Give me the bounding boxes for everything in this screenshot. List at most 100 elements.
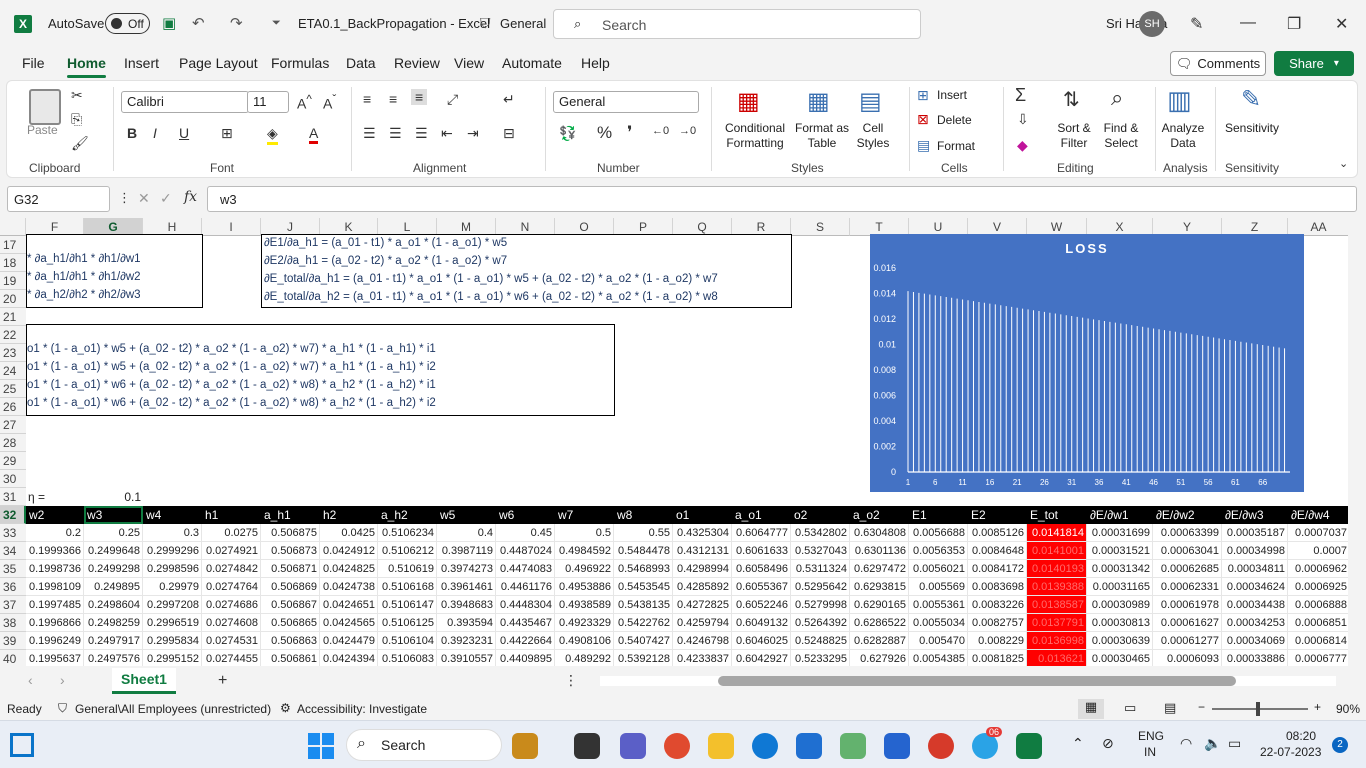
teams-icon[interactable] (620, 733, 646, 759)
merge-center-icon[interactable]: ⊟ (503, 125, 515, 142)
table-cell[interactable]: 0.5248825 (791, 632, 850, 650)
table-cell[interactable]: 0.1995637 (26, 650, 84, 666)
row-header-22[interactable]: 22 (0, 326, 26, 344)
notes-icon[interactable] (884, 733, 910, 759)
tray-chevron-icon[interactable]: ⌃ (1072, 735, 1084, 752)
table-cell[interactable]: 0.00031521 (1087, 542, 1153, 560)
menu-page-layout[interactable]: Page Layout (179, 55, 258, 71)
scrollbar-thumb[interactable] (718, 676, 1236, 686)
table-cell[interactable]: 0.5392128 (614, 650, 673, 666)
table-cell[interactable]: 0.5327043 (791, 542, 850, 560)
accounting-icon[interactable]: 💱 (559, 125, 576, 142)
table-cell[interactable]: 0.00030989 (1087, 596, 1153, 614)
sensitivity-button[interactable]: Sensitivity (1223, 121, 1281, 136)
table-cell[interactable]: 0.0006888 (1288, 596, 1350, 614)
conditional-formatting-icon[interactable]: ▦ (737, 87, 760, 116)
table-cell[interactable]: 0.0056021 (909, 560, 968, 578)
formula-input[interactable]: w3 (207, 186, 1357, 212)
cell-styles-button[interactable]: Cell Styles (853, 121, 893, 151)
lang-top[interactable]: ENG (1138, 729, 1164, 743)
menu-home[interactable]: Home (67, 55, 106, 78)
wrap-text-icon[interactable]: ↵ (503, 91, 515, 108)
table-cell[interactable]: 0.00033886 (1222, 650, 1288, 666)
table-cell[interactable]: 0.4325304 (673, 524, 732, 542)
table-cell[interactable]: 0.2 (26, 524, 84, 542)
comments-button[interactable]: 🗨 Comments (1170, 51, 1266, 76)
table-cell[interactable]: 0.0006925 (1288, 578, 1350, 596)
table-cell[interactable]: 0.627926 (850, 650, 909, 666)
table-cell[interactable]: 0.00034069 (1222, 632, 1288, 650)
table-cell[interactable]: 0.0274842 (202, 560, 261, 578)
table-cell[interactable]: 0.5106104 (378, 632, 437, 650)
table-cell[interactable]: 0.6297472 (850, 560, 909, 578)
volume-icon[interactable]: 🔈 (1204, 735, 1221, 752)
table-cell[interactable]: 0.3974273 (437, 560, 496, 578)
chrome-profile-icon[interactable] (928, 733, 954, 759)
table-cell[interactable]: 0.1997485 (26, 596, 84, 614)
table-cell[interactable]: 0.506871 (261, 560, 320, 578)
table-cell[interactable]: 0.4435467 (496, 614, 555, 632)
table-cell[interactable]: 0.00034438 (1222, 596, 1288, 614)
telegram-icon[interactable]: 06 (972, 727, 1003, 759)
table-cell[interactable]: 0.5106125 (378, 614, 437, 632)
table-cell[interactable]: 0.0424738 (320, 578, 378, 596)
zoom-slider-thumb[interactable] (1256, 702, 1260, 716)
table-header-cell[interactable]: ∂E/∂w2 (1153, 506, 1222, 524)
table-cell[interactable]: 0.00062685 (1153, 560, 1222, 578)
table-cell[interactable]: 0.0083698 (968, 578, 1027, 596)
prev-sheet-icon[interactable]: ‹ (28, 672, 33, 688)
table-cell[interactable]: 0.0424394 (320, 650, 378, 666)
table-cell[interactable]: 0.4246798 (673, 632, 732, 650)
table-cell[interactable]: 0.2499298 (84, 560, 143, 578)
table-cell[interactable]: 0.4908106 (555, 632, 614, 650)
format-as-table-icon[interactable]: ▦ (807, 87, 830, 116)
lang-bottom[interactable]: IN (1144, 745, 1156, 759)
enter-icon[interactable]: ✓ (160, 190, 172, 207)
table-cell[interactable]: 0.506869 (261, 578, 320, 596)
table-cell[interactable]: 0.393594 (437, 614, 496, 632)
table-header-cell[interactable]: w6 (496, 506, 555, 524)
table-cell[interactable]: 0.00031165 (1087, 578, 1153, 596)
table-cell[interactable]: 0.4259794 (673, 614, 732, 632)
menu-review[interactable]: Review (394, 55, 440, 71)
table-header-cell[interactable]: w5 (437, 506, 496, 524)
menu-file[interactable]: File (22, 55, 45, 71)
table-cell[interactable]: 0.2998596 (143, 560, 202, 578)
table-cell[interactable]: 0.00061978 (1153, 596, 1222, 614)
table-cell[interactable]: 0.6061633 (732, 542, 791, 560)
delete-cells-button[interactable]: Delete (937, 113, 972, 128)
table-cell[interactable]: 0.506861 (261, 650, 320, 666)
table-cell[interactable]: 0.008229 (968, 632, 1027, 650)
table-cell[interactable]: 0.6055367 (732, 578, 791, 596)
increase-indent-icon[interactable]: ⇥ (467, 125, 479, 142)
table-cell[interactable]: 0.0006777 (1288, 650, 1350, 666)
table-cell[interactable]: 0.6282887 (850, 632, 909, 650)
table-cell[interactable]: 0.00030813 (1087, 614, 1153, 632)
row-header-24[interactable]: 24 (0, 362, 26, 380)
table-cell[interactable]: 0.5422762 (614, 614, 673, 632)
table-cell[interactable]: 0.00034811 (1222, 560, 1288, 578)
insert-cells-icon[interactable]: ⊞ (917, 87, 929, 104)
sensitivity-icon[interactable]: ✎ (1241, 85, 1261, 114)
format-cells-icon[interactable]: ▤ (917, 137, 930, 154)
italic-icon[interactable]: I (153, 125, 157, 141)
table-cell[interactable]: 0.0274531 (202, 632, 261, 650)
column-header-S[interactable]: S (791, 218, 850, 236)
row-header-21[interactable]: 21 (0, 308, 26, 326)
table-cell[interactable]: 0.2995152 (143, 650, 202, 666)
increase-font-icon[interactable]: A^ (297, 93, 312, 112)
table-cell[interactable]: 0.0138587 (1027, 596, 1087, 614)
table-cell[interactable]: 0.249895 (84, 578, 143, 596)
table-cell[interactable]: 0.2498604 (84, 596, 143, 614)
table-cell[interactable]: 0.0054385 (909, 650, 968, 666)
analyze-data-button[interactable]: Analyze Data (1161, 121, 1205, 151)
name-box[interactable]: G32 (7, 186, 110, 212)
table-cell[interactable]: 0.0006093 (1153, 650, 1222, 666)
table-cell[interactable]: 0.4487024 (496, 542, 555, 560)
comma-icon[interactable]: ❜ (627, 123, 632, 143)
paste-icon[interactable] (29, 89, 61, 125)
row-header-40[interactable]: 40 (0, 650, 26, 666)
row-header-18[interactable]: 18 (0, 254, 26, 272)
table-cell[interactable]: 0.0136998 (1027, 632, 1087, 650)
table-cell[interactable]: 0.5106212 (378, 542, 437, 560)
